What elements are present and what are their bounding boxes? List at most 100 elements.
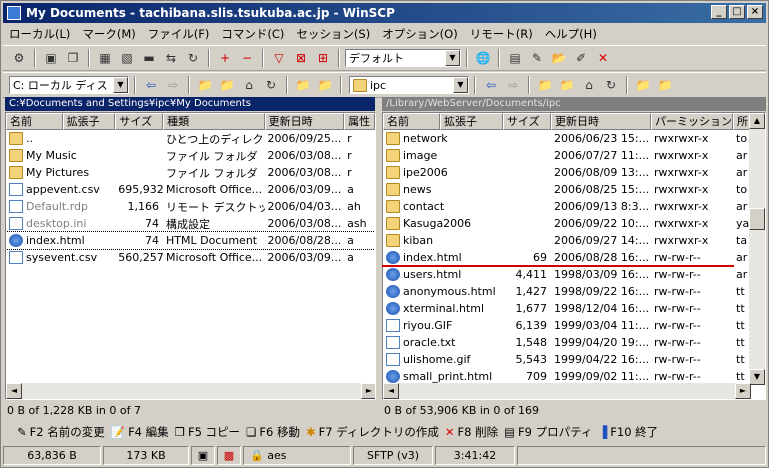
table-row[interactable]: sysevent.csv 560,257 Microsoft Office... 20…: [6, 249, 375, 266]
scroll-right-icon[interactable]: ►: [735, 383, 751, 399]
find-icon[interactable]: 📁: [315, 75, 335, 95]
select-icon[interactable]: ▦: [95, 48, 115, 68]
copy-icon[interactable]: ❐: [63, 48, 83, 68]
mkdir-button[interactable]: ✱ F7 ディレクトリの作成: [306, 424, 439, 440]
scroll-thumb[interactable]: [749, 208, 765, 230]
remote-vscrollbar[interactable]: ▲ ▼: [749, 113, 765, 385]
table-row[interactable]: index.html 74 HTML Document 2006/08/28... a: [6, 231, 375, 250]
maximize-button[interactable]: □: [729, 5, 745, 19]
table-row[interactable]: users.html 4,411 1998/03/09 16:... rw-rw-r-…: [383, 266, 765, 283]
table-row[interactable]: ulishome.gif 5,543 1999/04/22 16:... rw-rw-…: [383, 351, 765, 368]
back-icon[interactable]: ⇦: [141, 75, 161, 95]
menu-session[interactable]: セッション(S): [290, 26, 376, 42]
move-button[interactable]: ❏ F6 移動: [246, 424, 300, 440]
local-drive-combo[interactable]: C: ローカル ディス ▼: [9, 76, 129, 94]
table-row[interactable]: anonymous.html 1,427 1998/09/22 16:... rw-r…: [383, 283, 765, 300]
properties-button[interactable]: ▤ F9 プロパティ: [504, 424, 592, 440]
scroll-right-icon[interactable]: ►: [361, 383, 375, 399]
table-row[interactable]: appevent.csv 695,932 Microsoft Office... 20…: [6, 181, 375, 198]
rename-button[interactable]: ✎ F2 名前の変更: [17, 424, 105, 440]
col-size[interactable]: サイズ: [503, 113, 551, 130]
scroll-left-icon[interactable]: ◄: [6, 383, 22, 399]
remote-panel[interactable]: 名前 拡張子 サイズ 更新日時 パーミッション 所 network 2006/06…: [382, 112, 766, 400]
remote-bookmark-icon[interactable]: 📁: [633, 75, 653, 95]
minus-icon[interactable]: −: [237, 48, 257, 68]
menu-file[interactable]: ファイル(F): [142, 26, 216, 42]
table-row[interactable]: oracle.txt 1,548 1999/04/20 19:... rw-rw-r-…: [383, 334, 765, 351]
table-row[interactable]: ipe2006 2006/08/09 13:... rwxrwxr-x ar: [383, 164, 765, 181]
open-session-icon[interactable]: 📂: [549, 48, 569, 68]
new-session-icon[interactable]: ✎: [527, 48, 547, 68]
globe-icon[interactable]: 🌐: [473, 48, 493, 68]
remote-home-icon[interactable]: ⌂: [579, 75, 599, 95]
unselect-icon[interactable]: ▧: [117, 48, 137, 68]
remote-find-icon[interactable]: 📁: [655, 75, 675, 95]
table-row[interactable]: kiban 2006/09/27 14:... rwxrwxr-x ta: [383, 232, 765, 249]
quit-button[interactable]: ▐ F10 終了: [598, 424, 658, 440]
menu-options[interactable]: オプション(O): [376, 26, 464, 42]
menu-remote[interactable]: リモート(R): [464, 26, 539, 42]
remote-folder-combo[interactable]: ipc ▼: [349, 76, 469, 94]
delete-button[interactable]: ✕ F8 削除: [445, 424, 498, 440]
preset-combo[interactable]: デフォルト ▼: [345, 49, 461, 67]
local-hscrollbar[interactable]: ◄ ►: [6, 383, 375, 399]
table-row[interactable]: network 2006/06/23 15:... rwxrwxr-x to: [383, 130, 765, 147]
home-icon[interactable]: ⌂: [239, 75, 259, 95]
table-row[interactable]: My Pictures ファイル フォルダ 2006/03/08... r: [6, 164, 375, 181]
table-row[interactable]: contact 2006/09/13 8:3... rwxrwxr-x ar: [383, 198, 765, 215]
table-row[interactable]: image 2006/07/27 11:... rwxrwxr-x ar: [383, 147, 765, 164]
remote-root-icon[interactable]: 📁: [557, 75, 577, 95]
remote-back-icon[interactable]: ⇦: [481, 75, 501, 95]
menu-mark[interactable]: マーク(M): [76, 26, 141, 42]
minimize-button[interactable]: _: [711, 5, 727, 19]
table-row[interactable]: index.html 69 2006/08/28 16:... rw-rw-r-- ar: [383, 249, 765, 266]
plus-icon[interactable]: +: [215, 48, 235, 68]
close-button[interactable]: ×: [747, 5, 763, 19]
table-row[interactable]: My Music ファイル フォルダ 2006/03/08... r: [6, 147, 375, 164]
gear-icon[interactable]: ⚙: [9, 48, 29, 68]
edit-button[interactable]: 📝 F4 編集: [111, 424, 169, 440]
bookmark-icon[interactable]: 📁: [293, 75, 313, 95]
compare-icon[interactable]: ⊞: [313, 48, 333, 68]
menu-command[interactable]: コマンド(C): [215, 26, 290, 42]
col-attr[interactable]: 属性: [344, 113, 375, 130]
parent-dir-icon[interactable]: 📁: [195, 75, 215, 95]
refresh-icon[interactable]: ↻: [261, 75, 281, 95]
col-ext[interactable]: 拡張子: [62, 113, 116, 130]
col-date[interactable]: 更新日時: [264, 113, 345, 130]
table-row[interactable]: news 2006/08/25 15:... rwxrwxr-x to: [383, 181, 765, 198]
remote-parent-icon[interactable]: 📁: [535, 75, 555, 95]
sync-icon[interactable]: ⇆: [161, 48, 181, 68]
table-row[interactable]: Default.rdp 1,166 リモート デスクトッ...2006/04/03.…: [6, 198, 375, 215]
table-row[interactable]: desktop.ini 74 構成設定 2006/03/08... ash: [6, 215, 375, 232]
scroll-down-icon[interactable]: ▼: [749, 369, 765, 385]
remote-forward-icon[interactable]: ⇨: [503, 75, 523, 95]
terminal-icon[interactable]: ▬: [139, 48, 159, 68]
scroll-left-icon[interactable]: ◄: [383, 383, 399, 399]
col-name[interactable]: 名前: [383, 113, 440, 130]
col-size[interactable]: サイズ: [115, 113, 164, 130]
col-type[interactable]: 種類: [163, 113, 265, 130]
col-ext[interactable]: 拡張子: [440, 113, 503, 130]
col-date[interactable]: 更新日時: [551, 113, 651, 130]
filter-icon[interactable]: ▽: [269, 48, 289, 68]
table-row[interactable]: riyou.GIF 6,139 1999/03/04 11:... rw-rw-r--…: [383, 317, 765, 334]
console-icon[interactable]: ▣: [41, 48, 61, 68]
remote-refresh-icon[interactable]: ↻: [601, 75, 621, 95]
local-panel[interactable]: 名前 拡張子 サイズ 種類 更新日時 属性 ..ひとつ上のディレクト...200…: [5, 112, 376, 400]
scroll-up-icon[interactable]: ▲: [749, 113, 765, 129]
forward-icon[interactable]: ⇨: [163, 75, 183, 95]
table-row[interactable]: .. ひとつ上のディレクト...2006/09/25... r: [6, 130, 375, 147]
refresh-icon[interactable]: ↻: [183, 48, 203, 68]
table-row[interactable]: Kasuga2006 2006/09/22 10:... rwxrwxr-x ya: [383, 215, 765, 232]
copy-button[interactable]: ❐ F5 コピー: [175, 424, 240, 440]
session-icon[interactable]: ▤: [505, 48, 525, 68]
col-perm[interactable]: パーミッション: [651, 113, 733, 130]
root-dir-icon[interactable]: 📁: [217, 75, 237, 95]
menu-local[interactable]: ローカル(L): [3, 26, 76, 42]
remote-hscrollbar[interactable]: ◄ ►: [383, 383, 751, 399]
sort-icon[interactable]: ⊠: [291, 48, 311, 68]
menu-help[interactable]: ヘルプ(H): [539, 26, 603, 42]
disconnect-icon[interactable]: ✕: [593, 48, 613, 68]
table-row[interactable]: xterminal.html 1,677 1998/12/04 16:... rw-r…: [383, 300, 765, 317]
